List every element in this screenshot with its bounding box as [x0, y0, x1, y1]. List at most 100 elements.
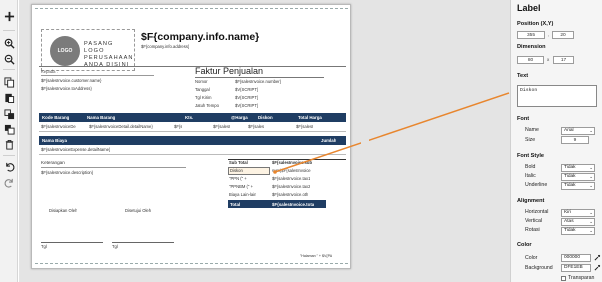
page-number-field[interactable]: "Halaman " + $V{PA — [300, 254, 332, 258]
bold-select[interactable]: Tidak ⌄ — [561, 164, 595, 172]
undo-icon[interactable] — [2, 160, 16, 173]
logo-line: PASANG LOGO — [84, 41, 114, 54]
col-kts: Kts. — [185, 115, 194, 120]
eyedropper-icon[interactable] — [594, 264, 601, 271]
canvas-scrollbar[interactable] — [361, 0, 369, 282]
color-section-label: Color — [517, 242, 532, 248]
keterangan-label[interactable]: Keterangan — [41, 160, 65, 165]
invoice-title[interactable]: Faktur Penjualan — [195, 66, 263, 76]
summary-label[interactable]: "PPN (" + — [229, 176, 247, 181]
to-address-field[interactable]: $F{salesInvoice.toAddress} — [41, 86, 92, 91]
background-input[interactable]: DFE1EB — [561, 264, 591, 272]
underline-select[interactable]: Tidak ⌄ — [561, 182, 595, 190]
info-label[interactable]: Jatuh Tempo — [195, 103, 219, 108]
logo-circle: LOGO — [50, 36, 80, 66]
vertical-select[interactable]: Atas ⌄ — [561, 218, 595, 226]
zoom-out-icon[interactable] — [2, 53, 16, 66]
transparan-checkbox[interactable] — [561, 276, 566, 281]
bring-front-icon[interactable] — [2, 108, 16, 121]
plus-icon[interactable] — [2, 10, 16, 23]
chevron-down-icon: ⌄ — [589, 210, 593, 215]
summary-value[interactable]: $F{salesInvoice.oth — [272, 192, 308, 197]
summary-label[interactable]: Diskon — [230, 168, 243, 173]
text-label: Text — [517, 73, 529, 79]
detail-field[interactable]: $F{s — [174, 124, 182, 129]
zoom-in-icon[interactable] — [2, 37, 16, 50]
info-label[interactable]: Nomor — [195, 79, 208, 84]
info-value[interactable]: $V{SCRIPT} — [235, 103, 258, 108]
pos-separator: , — [548, 32, 550, 37]
font-section-label: Font — [517, 116, 530, 122]
detail-field[interactable]: $F{salesI — [213, 124, 230, 129]
detail-field[interactable]: $F{salesInvoiceDetail.detailName} — [89, 124, 153, 129]
horizontal-select[interactable]: Kiri ⌄ — [561, 209, 595, 217]
copy-icon[interactable] — [2, 76, 16, 89]
logo-text: LOGO — [57, 48, 73, 54]
summary-label[interactable]: Sub Total — [229, 160, 248, 165]
info-label[interactable]: Tanggal — [195, 87, 210, 92]
design-canvas[interactable]: LOGO PASANG LOGO PERUSAHAAN ANDA DISINI … — [19, 0, 510, 282]
italic-value: Tidak — [564, 174, 576, 179]
width-input[interactable] — [517, 56, 544, 64]
rotasi-select[interactable]: Tidak ⌄ — [561, 227, 595, 235]
horizontal-value: Kiri — [564, 210, 571, 215]
italic-select[interactable]: Tidak ⌄ — [561, 173, 595, 181]
detail-field[interactable]: $F{salesInvoiceDe — [41, 124, 76, 129]
send-back-icon[interactable] — [2, 123, 16, 136]
signature-line — [112, 242, 174, 243]
detail-row-line — [39, 131, 346, 132]
keterangan-field[interactable]: $F{salesInvoice.description} — [41, 170, 93, 175]
summary-value[interactable]: $F{salesInvoice.tax1 — [272, 176, 310, 181]
tgl-label[interactable]: Tgl — [41, 244, 47, 249]
tgl-label[interactable]: Tgl — [112, 244, 118, 249]
eyedropper-icon[interactable] — [594, 254, 601, 261]
pos-x-input[interactable] — [517, 31, 545, 39]
underline-label: Underline — [525, 182, 548, 188]
disetujui-label[interactable]: Disetujui Oleh — [125, 208, 151, 213]
logo-placeholder[interactable]: LOGO PASANG LOGO PERUSAHAAN ANDA DISINI — [41, 29, 135, 71]
background-label: Background — [525, 265, 553, 271]
company-name-field[interactable]: $F{company.info.name} — [141, 31, 259, 43]
col-total-harga: Total Harga — [298, 115, 322, 120]
info-value[interactable]: $V{SCRIPT} — [235, 87, 258, 92]
col-kode-barang: Kode Barang — [42, 115, 70, 120]
pos-y-input[interactable] — [552, 31, 574, 39]
font-size-input[interactable] — [561, 136, 589, 144]
bold-value: Tidak — [564, 165, 576, 170]
signature-line — [41, 242, 103, 243]
summary-value[interactable]: sum($F{salesInvoice — [272, 168, 311, 173]
detail-field[interactable]: $F{sales — [248, 124, 264, 129]
summary-label[interactable]: Biaya Lain-lain — [229, 192, 256, 197]
title-underline — [195, 77, 324, 78]
detail-header-band[interactable]: Kode Barang Nama Barang Kts. @Harga Disk… — [39, 113, 346, 122]
summary-label[interactable]: "PPNBM (" + — [229, 184, 253, 189]
height-input[interactable] — [553, 56, 574, 64]
total-band[interactable]: Total $F{salesInvoice.tota — [228, 200, 326, 208]
properties-panel: Label Position (X,Y) , Dimension x Text … — [510, 0, 602, 282]
kepada-label[interactable]: Kepada : — [41, 69, 58, 74]
rotasi-label: Rotasi — [525, 227, 540, 233]
summary-value[interactable]: $F{salesInvoice.sub — [272, 160, 312, 165]
customer-name-field[interactable]: $F{salesInvoice.customer.name} — [41, 78, 102, 83]
color-input[interactable]: 000000 — [561, 254, 591, 262]
font-name-select[interactable]: Arial ⌄ — [561, 127, 595, 135]
detail-field[interactable]: $F{salesI — [296, 124, 313, 129]
redo-icon[interactable] — [2, 176, 16, 189]
info-value[interactable]: $F{salesInvoice.number} — [235, 79, 281, 84]
summary-value[interactable]: $F{salesInvoice.tax2 — [272, 184, 310, 189]
paste-icon[interactable] — [2, 91, 16, 104]
report-page[interactable]: LOGO PASANG LOGO PERUSAHAAN ANDA DISINI … — [31, 4, 351, 269]
total-label: Total — [230, 201, 241, 207]
info-label[interactable]: Tgl Kirim — [195, 95, 212, 100]
expense-field[interactable]: $F{salesInvoiceExpense.detailName} — [41, 147, 110, 152]
company-address-field[interactable]: $F{company.info.address} — [141, 44, 189, 49]
expense-header-band[interactable]: Nama Biaya Jumlah — [39, 136, 346, 145]
disiapkan-label[interactable]: Disiapkan Oleh — [49, 208, 77, 213]
dimension-label: Dimension — [517, 44, 546, 50]
info-value[interactable]: $V{SCRIPT} — [235, 95, 258, 100]
logo-caption: PASANG LOGO PERUSAHAAN ANDA DISINI — [84, 41, 134, 69]
kepada-underline — [41, 75, 154, 76]
horizontal-label: Horizontal — [525, 209, 549, 215]
text-area[interactable]: Diskon — [517, 85, 597, 107]
trash-icon[interactable] — [2, 138, 16, 151]
